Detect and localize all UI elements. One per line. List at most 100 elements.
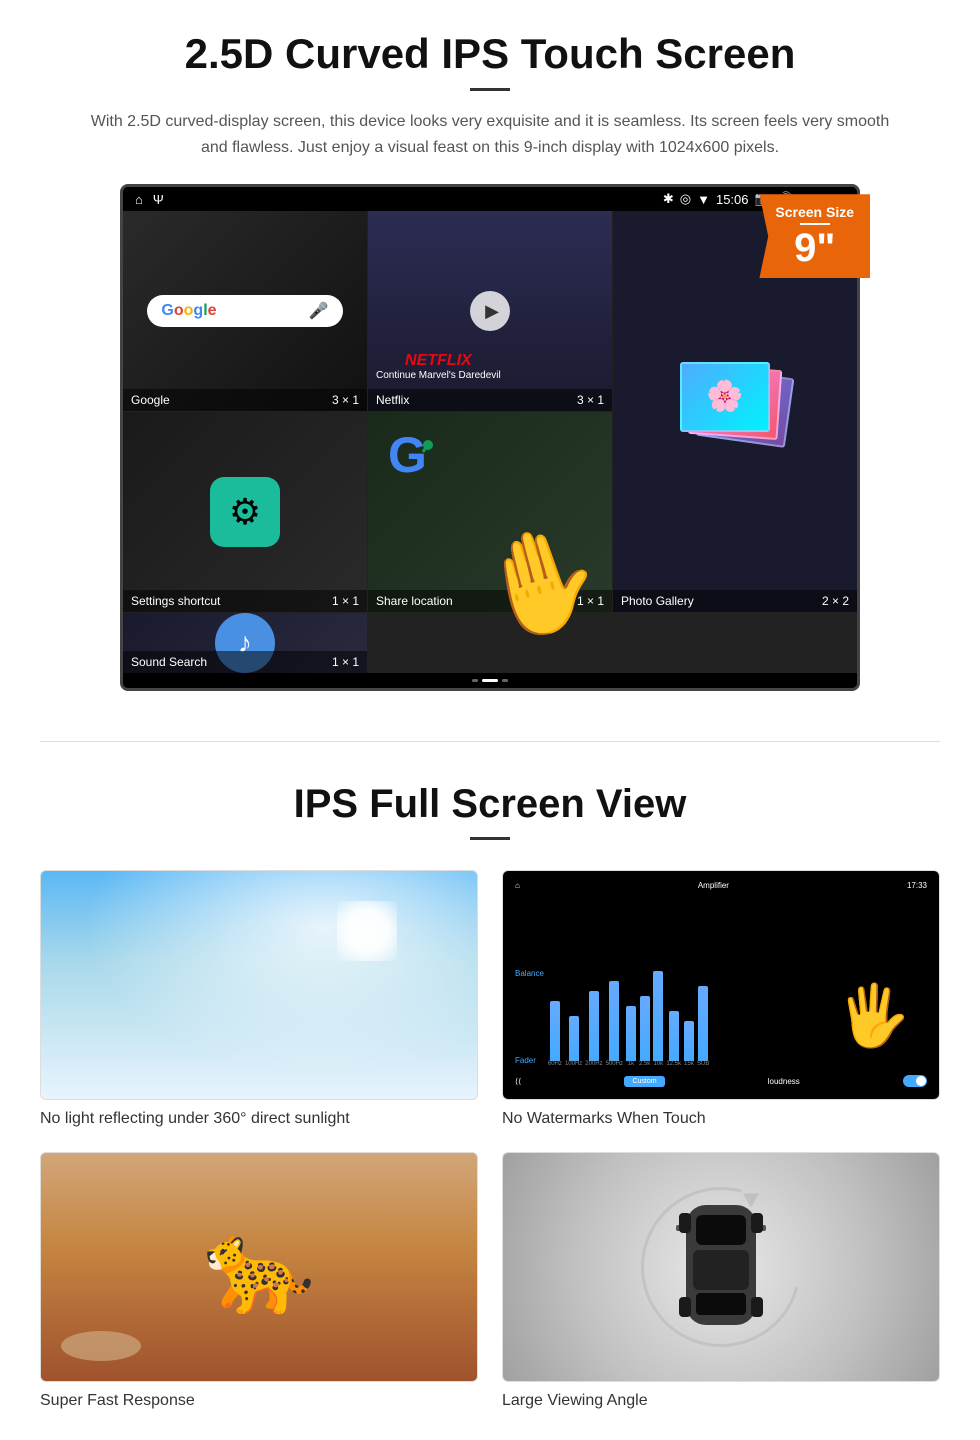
- bar-500hz: [609, 981, 619, 1061]
- label-12_5k: 12.5k: [666, 1061, 681, 1067]
- amp-bottom-bar: ⟨⟨ Custom loudness: [511, 1071, 931, 1091]
- sunlight-scene: [41, 871, 477, 1099]
- amp-title: Amplifier: [698, 881, 729, 890]
- label-1k: 1k: [628, 1061, 634, 1067]
- home-icon: ⌂: [135, 192, 143, 207]
- section-divider: [40, 741, 940, 742]
- car-top-view: [671, 1185, 771, 1350]
- sound-app-name: Sound Search: [131, 655, 207, 669]
- microphone-icon: 🎤: [309, 301, 329, 321]
- screen-size-badge: Screen Size 9": [759, 194, 870, 278]
- section2-title: IPS Full Screen View: [40, 782, 940, 827]
- car-scene: [671, 1185, 771, 1350]
- cheetah-caption: Super Fast Response: [40, 1392, 478, 1410]
- status-bar-left: ⌂ Ψ: [135, 192, 164, 207]
- google-content: Google 🎤: [123, 211, 367, 411]
- app-cell-settings[interactable]: ⚙ Settings shortcut 1 × 1: [123, 412, 367, 612]
- label-100hz: 100Hz: [565, 1061, 582, 1067]
- scroll-dots: [123, 673, 857, 688]
- netflix-subtitle: Continue Marvel's Daredevil: [376, 370, 501, 381]
- badge-title: Screen Size: [775, 204, 854, 220]
- google-search-bar[interactable]: Google 🎤: [147, 295, 342, 327]
- settings-app-name: Settings shortcut: [131, 594, 220, 608]
- app-cell-netflix[interactable]: ▶ NETFLIX Continue Marvel's Daredevil Ne…: [368, 211, 612, 411]
- amp-time: 17:33: [907, 881, 927, 890]
- location-icon: ◎: [680, 191, 691, 207]
- eq-bar-sub: SUB: [697, 986, 709, 1067]
- eq-bar-200hz: 200Hz: [585, 991, 602, 1067]
- eq-bar-2_5k: 2.5k: [639, 996, 650, 1067]
- sunlight-background: [41, 871, 477, 1099]
- netflix-app-name: Netflix: [376, 393, 409, 407]
- device-mockup: Screen Size 9" ⌂ Ψ ✱ ◎ ▼ 15:06 📷 🔊 ✕: [120, 184, 860, 691]
- dust-cloud: [61, 1331, 141, 1361]
- section-ips-fullscreen: IPS Full Screen View No light reflecting…: [0, 772, 980, 1440]
- label-2_5k: 2.5k: [639, 1061, 650, 1067]
- netflix-app-size: 3 × 1: [577, 393, 604, 407]
- ips-item-car: Large Viewing Angle: [502, 1152, 940, 1410]
- netflix-play-button[interactable]: ▶: [470, 291, 510, 331]
- gallery-app-size: 2 × 2: [822, 594, 849, 608]
- amplifier-caption: No Watermarks When Touch: [502, 1110, 940, 1128]
- eq-bar-10k: 10k: [653, 971, 663, 1067]
- light-rays: [41, 871, 477, 1099]
- car-caption: Large Viewing Angle: [502, 1392, 940, 1410]
- amp-home-icon: ⌂: [515, 881, 520, 890]
- google-label: Google 3 × 1: [123, 389, 367, 411]
- gallery-app-name: Photo Gallery: [621, 594, 694, 608]
- netflix-label: Netflix 3 × 1: [368, 389, 612, 411]
- app-cell-share[interactable]: G 🤚 Share location 1 × 1: [368, 412, 612, 612]
- amplifier-background: ⌂ Amplifier 17:33 Balance Fader: [503, 871, 939, 1099]
- eq-bar-60hz: 60Hz: [548, 1001, 562, 1067]
- amp-toggle[interactable]: [903, 1075, 927, 1087]
- label-15k: 15k: [684, 1061, 694, 1067]
- gallery-label: Photo Gallery 2 × 2: [613, 590, 857, 612]
- amp-loudness-label: loudness: [768, 1077, 800, 1086]
- app-cell-google[interactable]: Google 🎤 Google 3 × 1: [123, 211, 367, 411]
- wifi-icon: ▼: [697, 192, 710, 207]
- sound-label: Sound Search 1 × 1: [123, 651, 367, 673]
- section1-description: With 2.5D curved-display screen, this de…: [80, 109, 900, 160]
- section2-underline: [470, 837, 510, 840]
- netflix-info: NETFLIX Continue Marvel's Daredevil: [376, 352, 501, 381]
- sound-app-size: 1 × 1: [332, 655, 359, 669]
- section1-title: 2.5D Curved IPS Touch Screen: [40, 30, 940, 78]
- status-bar: ⌂ Ψ ✱ ◎ ▼ 15:06 📷 🔊 ✕ ▭ ↩: [123, 187, 857, 211]
- label-10k: 10k: [653, 1061, 663, 1067]
- netflix-content: ▶: [368, 211, 612, 411]
- amp-status-bar: ⌂ Amplifier 17:33: [511, 879, 931, 892]
- car-image: [502, 1152, 940, 1382]
- scroll-dot-3: [502, 679, 508, 682]
- fader-label: Fader: [515, 1056, 544, 1065]
- app-cell-sound[interactable]: ♪ Sound Search 1 × 1: [123, 613, 367, 673]
- play-icon: ▶: [485, 301, 499, 322]
- label-60hz: 60Hz: [548, 1061, 562, 1067]
- svg-text:G: G: [388, 432, 427, 482]
- badge-size: 9": [775, 228, 854, 268]
- eq-bar-1k: 1k: [626, 1006, 636, 1067]
- bar-60hz: [550, 1001, 560, 1061]
- google-g-icon: G: [388, 432, 438, 487]
- amp-hand-icon: 🖐: [836, 980, 911, 1051]
- eq-bar-500hz: 500Hz: [606, 981, 623, 1067]
- ips-grid: No light reflecting under 360° direct su…: [40, 870, 940, 1410]
- bar-15k: [684, 1021, 694, 1061]
- bar-10k: [653, 971, 663, 1061]
- bluetooth-icon: ✱: [663, 191, 674, 207]
- section-curved-screen: 2.5D Curved IPS Touch Screen With 2.5D c…: [0, 0, 980, 711]
- usb-icon: Ψ: [153, 192, 164, 207]
- app-grid: Google 🎤 Google 3 × 1 ▶: [123, 211, 857, 673]
- amp-prev-icon: ⟨⟨: [515, 1077, 521, 1086]
- eq-bar-100hz: 100Hz: [565, 1016, 582, 1067]
- settings-content: ⚙: [123, 412, 367, 612]
- google-logo: Google: [161, 302, 216, 320]
- bar-1k: [626, 1006, 636, 1061]
- bar-2_5k: [640, 996, 650, 1061]
- photo-card-3: 🌸: [680, 362, 770, 432]
- bar-200hz: [589, 991, 599, 1061]
- settings-icon: ⚙: [210, 477, 280, 547]
- eq-bar-12_5k: 12.5k: [666, 1011, 681, 1067]
- balance-label: Balance: [515, 969, 544, 978]
- ips-item-cheetah: 🐆 Super Fast Response: [40, 1152, 478, 1410]
- netflix-logo: NETFLIX: [376, 352, 501, 370]
